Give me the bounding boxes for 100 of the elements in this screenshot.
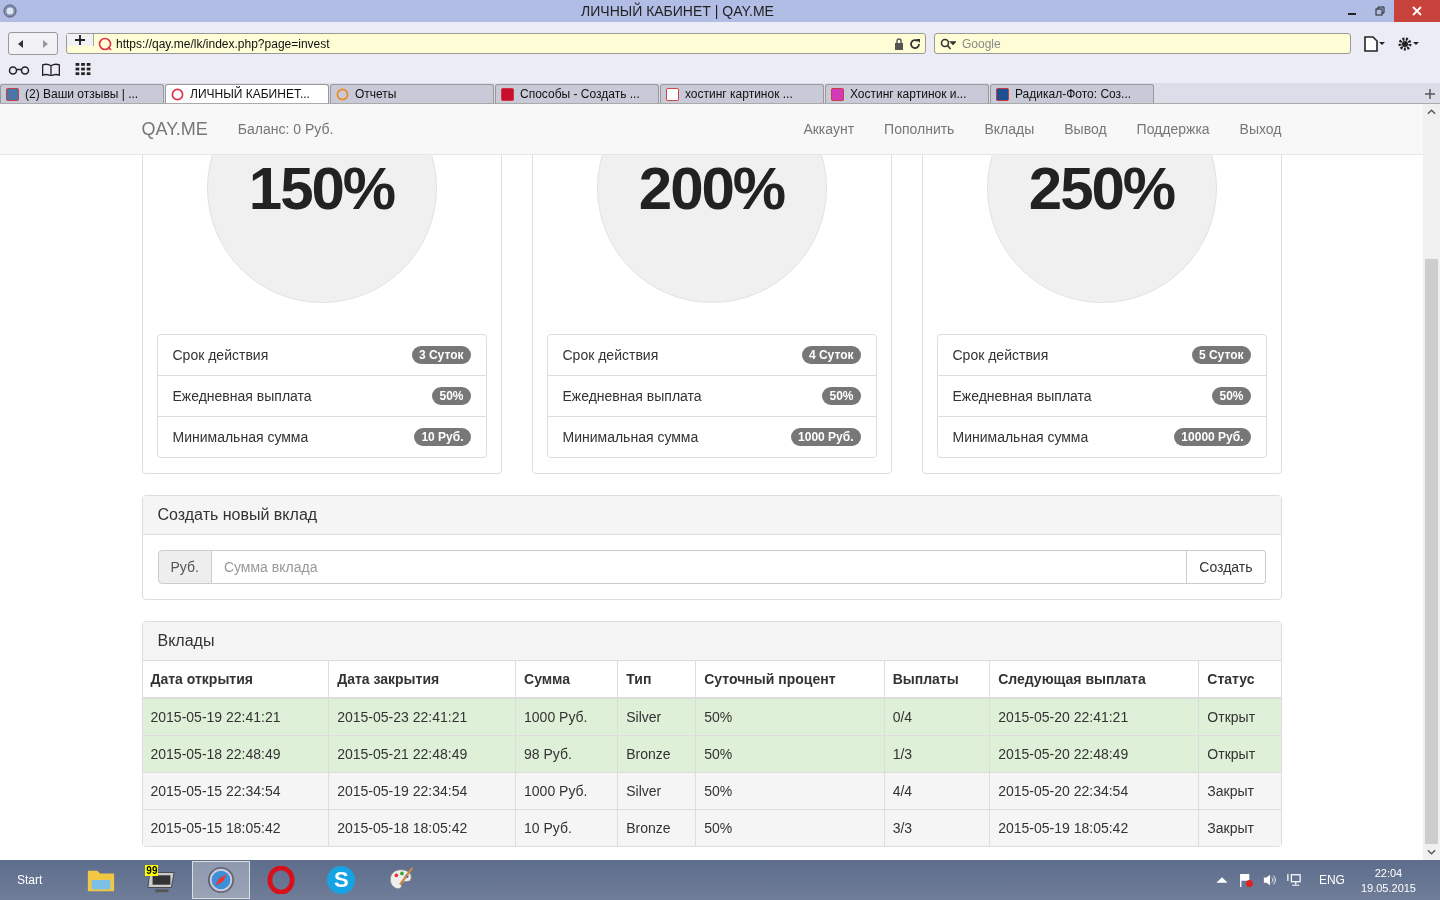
nav-link[interactable]: Вывод [1049, 121, 1122, 137]
create-button[interactable]: Создать [1187, 550, 1266, 584]
table-cell: 2015-05-19 22:41:21 [142, 698, 329, 736]
value-badge: 50% [1212, 387, 1251, 405]
compass-icon [206, 866, 237, 894]
currency-addon: Руб. [157, 550, 212, 584]
detail-label: Минимальная сумма [952, 429, 1089, 445]
detail-label: Срок действия [172, 347, 269, 363]
percent-text: 150% [248, 153, 395, 223]
value-badge: 10000 Руб. [1174, 428, 1251, 446]
close-button[interactable] [1394, 0, 1440, 22]
table-cell: 2015-05-19 22:34:54 [328, 772, 516, 810]
table-cell: Bronze [617, 809, 696, 846]
language-indicator[interactable]: ENG [1318, 873, 1345, 887]
tab-icon [501, 87, 514, 101]
table-cell: 2015-05-20 22:34:54 [989, 772, 1199, 810]
percent-text: 250% [1028, 153, 1175, 223]
table-cell: 50% [695, 809, 885, 846]
window-title: ЛИЧНЫЙ КАБИНЕТ | QAY.ME [580, 3, 775, 19]
table-cell: 2015-05-18 18:05:42 [328, 809, 516, 846]
tab-icon [6, 87, 19, 101]
detail-label: Срок действия [562, 347, 659, 363]
tab-icon [171, 87, 184, 101]
taskbar-app[interactable]: 99 [132, 861, 191, 899]
close-icon [1412, 6, 1422, 16]
table-cell: 50% [695, 698, 885, 736]
flag-icon[interactable] [1238, 873, 1253, 887]
browser-logo-icon [3, 4, 17, 18]
search-field[interactable]: Google [934, 33, 1351, 54]
percent-text: 200% [638, 153, 785, 223]
value-badge: 5 Суток [1191, 346, 1251, 364]
amount-input[interactable]: Сумма вклада [211, 550, 1188, 584]
glasses-icon[interactable] [8, 63, 30, 76]
browser-tab[interactable]: Способы - Создать ... [495, 84, 659, 103]
detail-label: Ежедневная выплата [172, 388, 312, 404]
table-cell: 50% [695, 735, 885, 773]
new-tab-icon[interactable] [1425, 89, 1435, 99]
value-badge: 4 Суток [801, 346, 861, 364]
nav-link[interactable]: Пополнить [869, 121, 970, 137]
value-badge: 10 Руб. [414, 428, 471, 446]
brand-link[interactable]: QAY.ME [141, 118, 223, 140]
table-cell: 1000 Руб. [515, 698, 618, 736]
settings-icon[interactable] [1397, 35, 1419, 52]
table-cell: Закрыт [1198, 809, 1281, 846]
detail-label: Ежедневная выплата [952, 388, 1092, 404]
browser-tab[interactable]: Отчеты [330, 84, 494, 103]
scroll-up-icon[interactable] [1427, 109, 1436, 115]
table-cell: 2015-05-18 22:48:49 [142, 735, 329, 773]
table-cell: 2015-05-20 22:48:49 [989, 735, 1199, 773]
balance-text: Баланс: 0 Руб. [237, 121, 334, 137]
taskbar-app[interactable]: S [312, 861, 371, 899]
speaker-icon[interactable] [1262, 873, 1277, 887]
scrollbar[interactable] [1423, 104, 1440, 860]
browser-tab[interactable]: ЛИЧНЫЙ КАБИНЕТ... [165, 84, 329, 103]
table-cell: 50% [695, 772, 885, 810]
ring-icon [266, 866, 297, 894]
value-badge: 1000 Руб. [791, 428, 861, 446]
page-menu-icon[interactable] [1363, 35, 1385, 52]
reload-icon[interactable] [909, 37, 921, 50]
browser-tab[interactable]: Хостинг картинок и... [825, 84, 989, 103]
scroll-down-icon[interactable] [1427, 849, 1436, 855]
table-cell: Silver [617, 698, 696, 736]
network-icon[interactable] [1286, 873, 1301, 887]
forward-icon [40, 38, 50, 49]
table-cell: 2015-05-20 22:41:21 [989, 698, 1199, 736]
table-cell: Закрыт [1198, 772, 1281, 810]
value-badge: 50% [432, 387, 471, 405]
table-cell: 10 Руб. [515, 809, 618, 846]
restore-icon [1375, 6, 1385, 16]
tab-icon [336, 87, 349, 101]
scroll-thumb[interactable] [1425, 259, 1438, 844]
nav-link[interactable]: Вклады [969, 121, 1050, 137]
address-bar[interactable]: https://qay.me/lk/index.php?page=invest [66, 33, 926, 54]
taskbar-app[interactable] [192, 861, 251, 899]
browser-tab[interactable]: хостинг картинок ... [660, 84, 824, 103]
nav-link[interactable]: Выход [1224, 121, 1282, 137]
panel-title: Создать новый вклад [157, 506, 318, 523]
detail-label: Минимальная сумма [172, 429, 309, 445]
value-badge: 3 Суток [411, 346, 471, 364]
table-cell: 0/4 [884, 698, 990, 736]
plus-icon [67, 34, 94, 46]
detail-label: Срок действия [952, 347, 1049, 363]
detail-label: Ежедневная выплата [562, 388, 702, 404]
nav-link[interactable]: Поддержка [1121, 121, 1225, 137]
back-icon [16, 38, 26, 49]
browser-tab[interactable]: (2) Ваши отзывы | ... [0, 84, 164, 103]
skype-icon: S [327, 866, 356, 894]
table-cell: 1/3 [884, 735, 990, 773]
browser-tab[interactable]: Радикал-Фото: Соз... [990, 84, 1154, 103]
table-cell: 2015-05-15 22:34:54 [142, 772, 329, 810]
table-cell: Silver [617, 772, 696, 810]
start-button[interactable]: Start [17, 873, 43, 887]
table-cell: 2015-05-21 22:48:49 [328, 735, 516, 773]
tab-icon [831, 87, 844, 101]
nav-link[interactable]: Аккаунт [788, 121, 870, 137]
ring-icon [98, 36, 112, 51]
table-cell: 1000 Руб. [515, 772, 618, 810]
table-cell: 2015-05-23 22:41:21 [328, 698, 516, 736]
book-icon[interactable] [40, 63, 62, 76]
table-cell: Открыт [1198, 698, 1281, 736]
